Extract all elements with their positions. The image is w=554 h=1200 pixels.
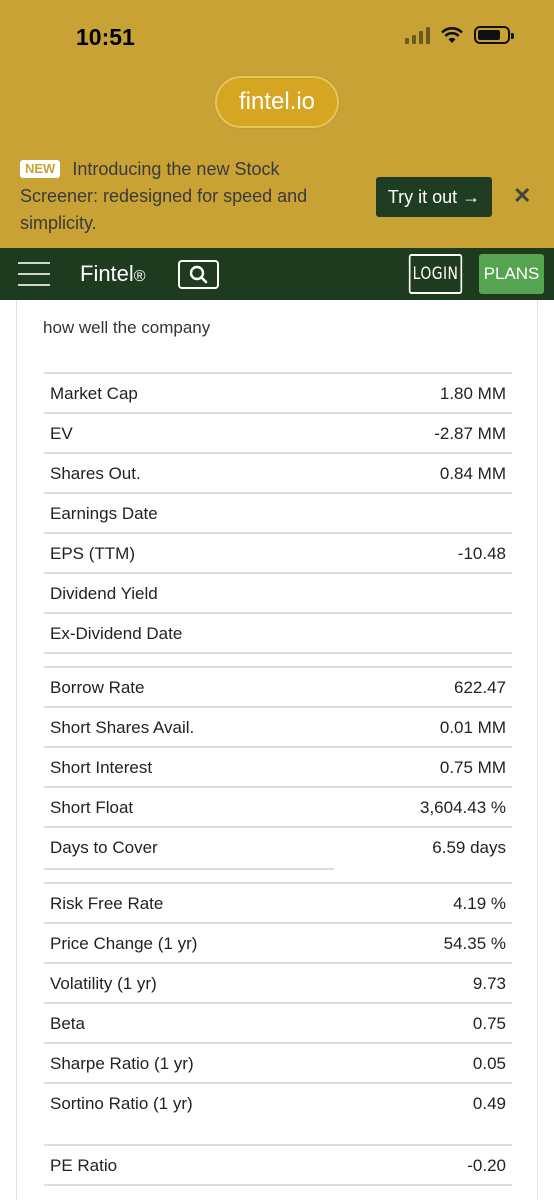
- table-row: Short Float 3,604.43 %: [44, 788, 512, 828]
- search-icon: [189, 265, 208, 284]
- table-row: Sortino Ratio (1 yr) 0.49: [44, 1084, 512, 1124]
- row-label: Earnings Date: [50, 504, 158, 523]
- row-label: Price Change (1 yr): [50, 934, 198, 953]
- row-label: Beta: [50, 1014, 85, 1033]
- row-label: Dividend Yield: [50, 584, 158, 603]
- table-row: Ex-Dividend Date: [44, 614, 512, 654]
- row-value: -0.20: [467, 1156, 506, 1175]
- scroll-fade: [17, 300, 537, 310]
- row-value: 0.49: [472, 1094, 506, 1113]
- row-label: Ex-Dividend Date: [50, 624, 183, 643]
- row-label: Short Interest: [50, 758, 153, 777]
- row-label: Short Shares Avail.: [50, 718, 195, 737]
- row-label: Days to Cover: [50, 838, 158, 857]
- banner-text: Introducing the new Stock Screener: rede…: [20, 159, 308, 233]
- table-row: EPS (TTM) -10.48: [44, 534, 512, 574]
- table-row: Shares Out. 0.84 MM: [44, 454, 512, 494]
- row-value: 1.80 MM: [439, 384, 506, 403]
- top-bar: 10:51 fintel.io NEW Introducing the new S…: [0, 0, 554, 248]
- plans-button[interactable]: PLANS: [479, 254, 544, 294]
- table-row: Beta 0.75: [44, 1004, 512, 1044]
- risk-stats-table: Risk Free Rate 4.19 % Price Change (1 yr)…: [44, 882, 512, 1124]
- row-label: Risk Free Rate: [50, 894, 164, 913]
- nav-bar: Fintel® LOGIN PLANS: [0, 248, 554, 300]
- row-value: 6.59 days: [432, 838, 506, 857]
- table-row: PE Ratio -0.20: [44, 1146, 512, 1186]
- row-label: Sharpe Ratio (1 yr): [50, 1054, 194, 1073]
- row-label: Short Float: [50, 798, 134, 817]
- row-value: 54.35 %: [443, 934, 506, 953]
- table-row: Sharpe Ratio (1 yr) 0.05: [44, 1044, 512, 1084]
- table-divider: [44, 868, 334, 870]
- row-value: 0.84 MM: [439, 464, 506, 483]
- table-row: Market Cap 1.80 MM: [44, 374, 512, 414]
- brand-name: Fintel: [80, 261, 134, 286]
- row-value: 0.05: [472, 1054, 506, 1073]
- table-row: Days to Cover 6.59 days: [44, 828, 512, 868]
- stats-card: lenses. Each factor shows how well the c…: [16, 300, 538, 1200]
- row-value: 0.75 MM: [439, 758, 506, 777]
- row-label: Shares Out.: [50, 464, 141, 483]
- promo-banner: NEW Introducing the new Stock Screener: r…: [20, 156, 360, 237]
- key-stats-table: Market Cap 1.80 MM EV -2.87 MM Shares Out.…: [44, 372, 512, 654]
- close-icon[interactable]: ✕: [513, 183, 531, 209]
- table-row: Short Interest 0.75 MM: [44, 748, 512, 788]
- brand-mark: ®: [133, 268, 146, 285]
- search-button[interactable]: [178, 260, 219, 289]
- row-value: 622.47: [454, 678, 506, 697]
- table-row: Short Shares Avail. 0.01 MM: [44, 708, 512, 748]
- row-label: Sortino Ratio (1 yr): [50, 1094, 193, 1113]
- row-label: Market Cap: [50, 384, 138, 403]
- status-icons: [405, 26, 514, 44]
- row-label: Volatility (1 yr): [50, 974, 157, 993]
- url-bar[interactable]: fintel.io: [215, 76, 339, 128]
- table-row: Earnings Date: [44, 494, 512, 534]
- brand-logo[interactable]: Fintel®: [80, 261, 146, 287]
- table-row: Risk Free Rate 4.19 %: [44, 884, 512, 924]
- try-it-out-button[interactable]: Try it out →: [376, 177, 492, 217]
- menu-icon[interactable]: [18, 262, 50, 286]
- table-row: EV -2.87 MM: [44, 414, 512, 454]
- table-row: Price Change (1 yr) 54.35 %: [44, 924, 512, 964]
- login-button[interactable]: LOGIN: [408, 254, 463, 294]
- new-badge: NEW: [20, 160, 61, 178]
- row-value: 9.73: [472, 974, 506, 993]
- row-label: EV: [50, 424, 73, 443]
- row-value: 3,604.43 %: [419, 798, 506, 817]
- table-row: Volatility (1 yr) 9.73: [44, 964, 512, 1004]
- row-label: Borrow Rate: [50, 678, 145, 697]
- wifi-icon: [441, 27, 463, 43]
- row-value: 0.01 MM: [439, 718, 506, 737]
- valuation-stats-table: PE Ratio -0.20: [44, 1144, 512, 1186]
- short-stats-table: Borrow Rate 622.47 Short Shares Avail. 0.0…: [44, 666, 512, 868]
- row-value: 0.75: [472, 1014, 506, 1033]
- battery-icon: [474, 26, 514, 44]
- row-value: -10.48: [457, 544, 506, 563]
- table-row: Dividend Yield: [44, 574, 512, 614]
- row-value: 4.19 %: [453, 894, 506, 913]
- status-time: 10:51: [76, 24, 135, 50]
- row-value: -2.87 MM: [434, 424, 506, 443]
- signal-icon: [405, 26, 430, 44]
- table-row: Borrow Rate 622.47: [44, 668, 512, 708]
- row-label: PE Ratio: [50, 1156, 118, 1175]
- row-label: EPS (TTM): [50, 544, 135, 563]
